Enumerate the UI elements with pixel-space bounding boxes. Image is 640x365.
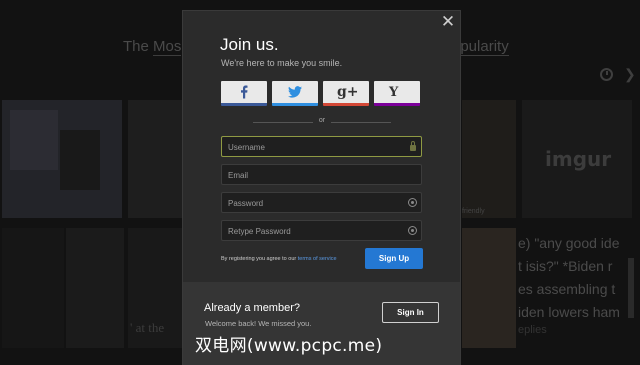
tile-caption: ' at the [130,320,165,335]
gallery-tile [128,100,182,218]
show-password-icon[interactable] [408,226,417,235]
retype-password-field[interactable] [221,220,422,241]
retype-password-input[interactable] [222,222,421,241]
sign-in-button[interactable]: Sign In [382,302,439,323]
facebook-icon [241,85,248,99]
gallery-tile-detail [10,110,58,170]
tweet-line: iden lowers ham [518,304,620,320]
lock-icon [410,141,416,152]
background-sort-prefix: The [123,38,149,55]
social-login-row: g+ Y [221,81,420,106]
facebook-login-button[interactable] [221,81,267,106]
yahoo-login-button[interactable]: Y [374,81,420,106]
password-input[interactable] [222,194,421,213]
replies-text: eplies [518,324,547,336]
twitter-login-button[interactable] [272,81,318,106]
tweet-line: es assembling t [518,281,616,297]
terms-text: By registering you agree to our terms of… [221,256,337,262]
sign-up-button[interactable]: Sign Up [365,248,423,269]
email-field[interactable] [221,164,422,185]
modal-title: Join us. [220,35,279,54]
username-input[interactable] [222,138,421,157]
email-input[interactable] [222,166,421,185]
terms-prefix: By registering you agree to our [221,256,297,262]
show-password-icon[interactable] [408,198,417,207]
tweet-line: t isis?" *Biden r [518,258,613,274]
scrollbar[interactable] [628,258,634,318]
gallery-tile-detail [60,130,100,190]
background-sort-label: The Mos [123,38,182,56]
close-icon[interactable]: ✕ [440,13,456,30]
chevron-right-icon: ❯ [624,66,636,82]
gallery-tile [2,228,64,348]
terms-of-service-link[interactable]: terms of service [298,256,337,262]
yahoo-icon: Y [389,85,399,100]
tile-caption: friendly [462,208,485,215]
tweet-line: e) "any good ide [518,235,620,251]
google-plus-icon: g+ [337,84,359,100]
divider [253,122,313,123]
username-field[interactable] [221,136,422,157]
gallery-tile [462,228,516,348]
tweet-text: e) "any good ide t isis?" *Biden r es as… [518,232,640,324]
background-sort-most: Mos [153,38,182,56]
welcome-back-text: Welcome back! We missed you. [205,319,312,328]
divider [331,122,391,123]
signup-modal: ✕ Join us. We're here to make you smile.… [182,10,461,365]
gallery-tile [66,228,124,348]
already-member-heading: Already a member? [204,302,300,314]
or-separator: or [318,117,326,124]
imgur-logo: imgur [545,147,612,171]
twitter-icon [288,86,302,98]
password-field[interactable] [221,192,422,213]
google-plus-login-button[interactable]: g+ [323,81,369,106]
site-watermark: 双电网(www.pcpc.me) [195,336,383,356]
clock-icon [600,68,613,81]
modal-subtitle: We're here to make you smile. [221,58,343,68]
gallery-tile [462,100,516,218]
